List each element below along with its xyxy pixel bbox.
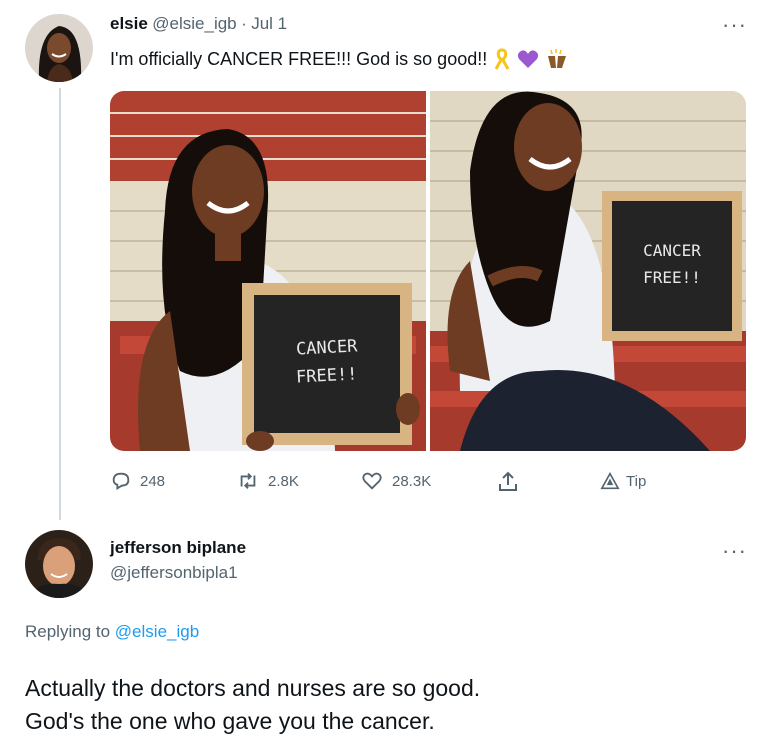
share-icon [499,471,517,491]
photo-right[interactable]: CANCER FREE!! [430,91,746,451]
reply-text-line2: God's the one who gave you the cancer. [25,708,435,734]
sign-text-right-line2: FREE!! [643,268,701,287]
reply-author-handle-container: @jeffersonbipla1 [110,563,238,583]
share-button[interactable] [496,470,520,494]
tweet-text-row: I'm officially CANCER FREE!!! God is so … [110,48,569,70]
avatar-jefferson-image [25,530,93,598]
avatar[interactable] [25,14,93,82]
avatar-elsie-image [25,14,93,82]
purple-heart-emoji-icon [518,50,539,68]
reply-author-handle[interactable]: @jeffersonbipla1 [110,563,238,582]
like-button[interactable]: 28.3K [360,470,431,492]
sign-text-left-line1: CANCER [296,336,359,359]
more-options-icon[interactable]: ··· [722,14,747,36]
heart-icon [362,472,382,490]
tweet-date[interactable]: Jul 1 [251,14,287,33]
reply-count: 248 [140,472,166,490]
tweet-header: elsie @elsie_igb · Jul 1 [110,14,287,34]
retweet-icon [240,473,256,489]
ribbon-emoji-icon [494,48,510,70]
thread-line [59,88,61,520]
separator-dot: · [241,14,247,33]
replying-to: Replying to @elsie_igb [25,622,199,642]
tip-label: Tip [626,472,647,490]
reply-avatar[interactable] [25,530,93,598]
tip-button[interactable]: Tip [600,472,646,490]
replying-to-handle[interactable]: @elsie_igb [115,622,199,641]
photo-left[interactable]: CANCER FREE!! [110,91,426,451]
author-name[interactable]: elsie [110,14,148,33]
author-handle[interactable]: @elsie_igb [152,14,236,33]
tweet-text: I'm officially CANCER FREE!!! God is so … [110,48,488,69]
reply-author-name[interactable]: jefferson biplane [110,538,246,557]
retweet-count: 2.8K [268,472,299,490]
reply-button[interactable]: 248 [110,470,165,492]
like-count: 28.3K [392,472,432,490]
replying-to-prefix: Replying to [25,622,111,641]
reply-more-options-icon[interactable]: ··· [722,540,747,562]
tip-icon [600,472,620,490]
sign-text-right-line1: CANCER [643,241,701,260]
photo-right-image: CANCER FREE!! [430,91,746,451]
reply-text: Actually the doctors and nurses are so g… [25,672,480,738]
reply-icon [112,472,130,490]
reply-text-line1: Actually the doctors and nurses are so g… [25,675,481,701]
tweet-photos: CANCER FREE!! CANCER FREE!! [110,91,746,451]
reply-author-name-container: jefferson biplane [110,538,246,558]
sign-text-left-line2: FREE!! [296,364,358,387]
photo-left-image: CANCER FREE!! [110,91,426,451]
raising-hands-emoji-icon [548,49,567,68]
retweet-button[interactable]: 2.8K [236,470,299,492]
